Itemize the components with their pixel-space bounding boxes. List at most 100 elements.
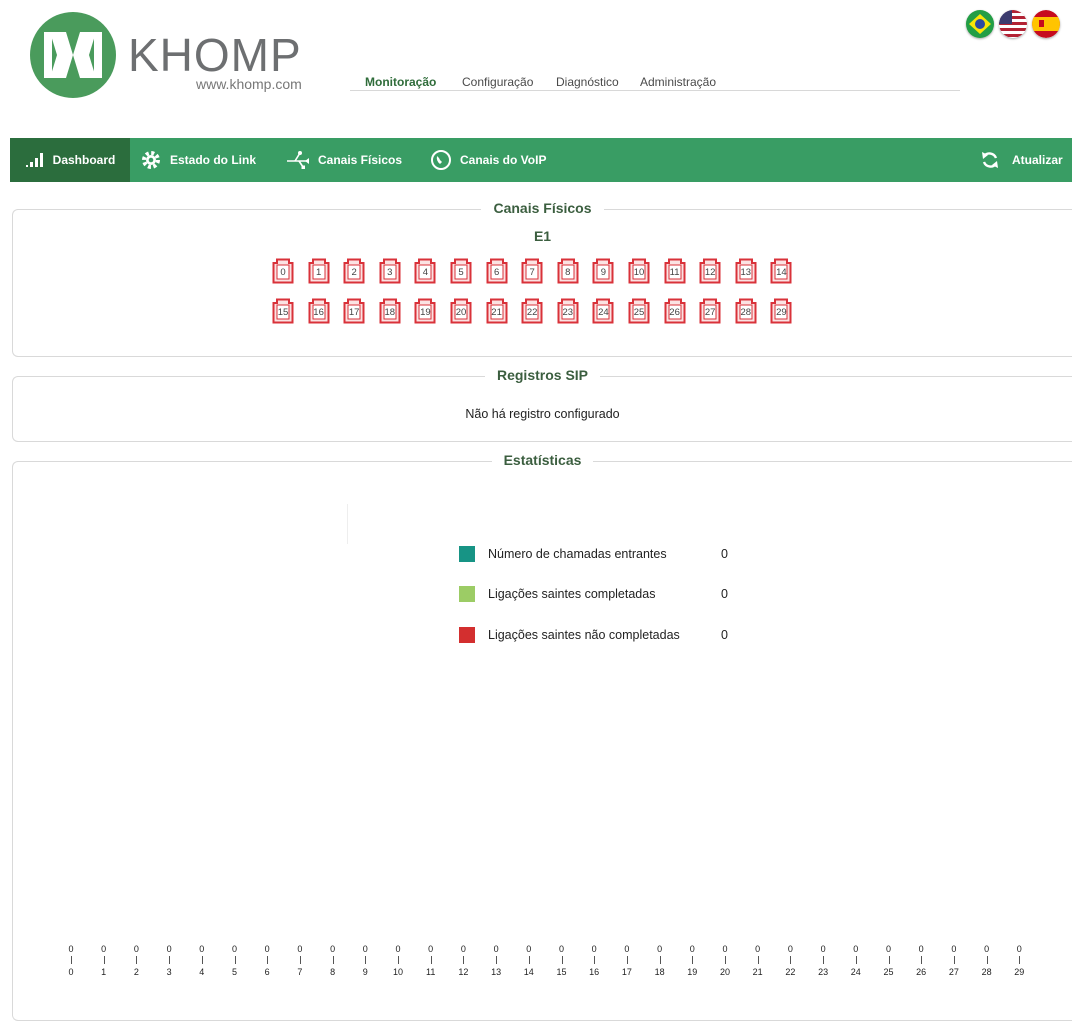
tab-estado-do-link[interactable]: Estado do Link [140,138,256,182]
brand-name: KHOMP [128,29,302,81]
channel-20[interactable]: 20 [450,298,472,324]
channel-7[interactable]: 7 [521,258,543,284]
spain-flag-icon[interactable] [1032,10,1060,38]
x-axis-tick-label: 17 [621,967,632,977]
channel-17[interactable]: 17 [343,298,365,324]
channel-number: 10 [633,267,645,278]
legend-value-outgoing-completed: 0 [721,587,728,601]
x-axis-tick [659,956,661,964]
channel-8[interactable]: 8 [557,258,579,284]
channel-29[interactable]: 29 [770,298,792,324]
channel-6[interactable]: 6 [486,258,508,284]
channel-24[interactable]: 24 [592,298,614,324]
bar-value-label: 0 [428,944,434,954]
x-axis-tick [855,956,857,964]
channel-5[interactable]: 5 [450,258,472,284]
bar-value-label: 0 [133,944,139,954]
bar-value-label: 0 [820,944,826,954]
channel-11[interactable]: 11 [664,258,686,284]
channel-number: 12 [704,267,716,278]
bar-value-label: 0 [558,944,564,954]
channel-9[interactable]: 9 [592,258,614,284]
channel-number: 22 [526,307,538,318]
x-axis-tick [790,956,792,964]
channel-3[interactable]: 3 [379,258,401,284]
x-axis-tick-label: 16 [589,967,600,977]
channel-21[interactable]: 21 [486,298,508,324]
channel-22[interactable]: 22 [521,298,543,324]
x-axis-tick-label: 23 [818,967,829,977]
channel-1[interactable]: 1 [308,258,330,284]
x-axis-tick [299,956,301,964]
x-axis-tick-label: 11 [426,967,436,977]
x-axis-tick-label: 18 [654,967,665,977]
legend-swatch-outgoing-failed [459,627,475,643]
x-axis-tick [888,956,890,964]
nav-administracao[interactable]: Administração [640,75,716,89]
channel-18[interactable]: 18 [379,298,401,324]
x-axis-tick [1019,956,1021,964]
channel-number: 5 [458,267,464,278]
channel-number: 3 [387,267,393,278]
brazil-flag-icon[interactable] [966,10,994,38]
bar-value-label: 0 [362,944,368,954]
x-axis-tick [496,956,498,964]
channel-2[interactable]: 2 [343,258,365,284]
channel-4[interactable]: 4 [414,258,436,284]
tab-dashboard[interactable]: Dashboard [10,138,130,182]
channel-10[interactable]: 10 [628,258,650,284]
x-axis-tick-label: 22 [785,967,796,977]
legend-swatch-incoming [459,546,475,562]
sip-registrations-title: Registros SIP [484,367,601,383]
bar-value-label: 0 [951,944,957,954]
x-axis-tick [103,956,105,964]
channel-25[interactable]: 25 [628,298,650,324]
channel-26[interactable]: 26 [664,298,686,324]
channel-23[interactable]: 23 [557,298,579,324]
tab-canais-do-voip[interactable]: Canais do VoIP [430,138,546,182]
x-axis-tick [986,956,988,964]
x-axis-tick-label: 1 [101,967,107,977]
legend-swatch-outgoing-completed [459,586,475,602]
bar-value-label: 0 [460,944,466,954]
dashboard-toolbar: Dashboard Estado do Link Canais Físicos … [10,138,1072,182]
tab-canais-do-voip-label: Canais do VoIP [460,153,547,167]
x-axis-tick [398,956,399,964]
signal-bars-icon [25,152,45,168]
channel-28[interactable]: 28 [735,298,757,324]
x-axis-tick-label: 15 [556,967,567,977]
tab-canais-fisicos[interactable]: Canais Físicos [286,138,402,182]
x-axis-tick-label: 9 [362,967,368,977]
x-axis-tick [528,956,530,964]
channel-12[interactable]: 12 [699,258,721,284]
channel-number: 26 [669,307,680,318]
channel-19[interactable]: 19 [414,298,436,324]
legend-label-outgoing-completed: Ligações saintes completadas [488,587,656,601]
channel-0[interactable]: 0 [272,258,294,284]
x-axis-tick [463,956,465,964]
x-axis-tick [267,956,269,964]
tab-estado-do-link-label: Estado do Link [170,153,257,167]
channel-27[interactable]: 27 [699,298,721,324]
x-axis-tick-label: 21 [752,967,763,977]
channel-16[interactable]: 16 [308,298,330,324]
channel-number: 11 [669,267,680,278]
channel-number: 25 [633,307,645,318]
nav-diagnostico[interactable]: Diagnóstico [556,75,619,89]
channel-13[interactable]: 13 [735,258,757,284]
refresh-label: Atualizar [1012,153,1063,167]
bar-value-label: 0 [297,944,303,954]
x-axis-tick-label: 29 [1014,967,1025,977]
channel-number: 2 [351,267,357,278]
channel-14[interactable]: 14 [770,258,792,284]
x-axis-tick [692,956,694,964]
usa-flag-icon[interactable] [999,10,1027,38]
physical-channels-panel: Canais Físicos E1 0 1 2 3 4 5 6 7 8 9 10 11 12 13 14 15… [12,200,1072,357]
bar-value-label: 0 [918,944,924,954]
nav-configuracao[interactable]: Configuração [462,75,533,89]
nav-monitoracao[interactable]: Monitoração [365,75,436,89]
channel-number: 7 [529,267,535,278]
x-axis-tick-label: 19 [687,967,698,977]
refresh-button[interactable]: Atualizar [980,138,1063,182]
channel-15[interactable]: 15 [272,298,294,324]
